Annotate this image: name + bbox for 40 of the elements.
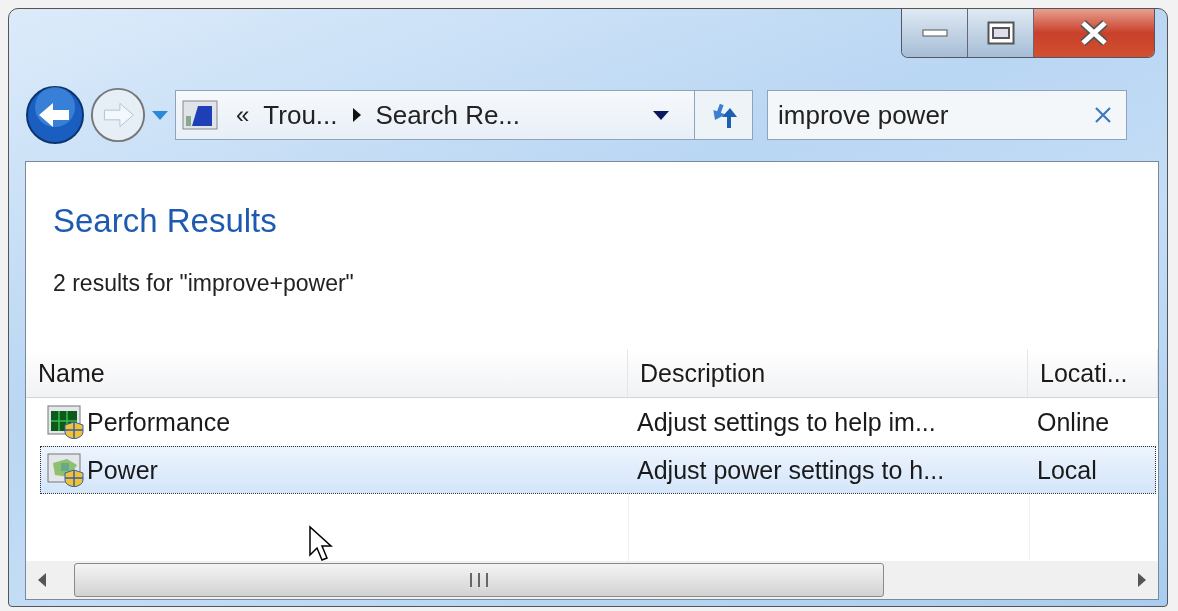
separator-arrow-icon — [351, 107, 362, 123]
back-button[interactable] — [25, 85, 85, 145]
result-row[interactable]: Power Adjust power settings to h... Local — [40, 446, 1156, 494]
column-header[interactable]: Name — [26, 349, 628, 397]
item-description: Adjust settings to help im... — [637, 407, 936, 437]
grip-icon — [468, 572, 490, 588]
forward-button[interactable] — [89, 86, 147, 144]
breadcrumb[interactable]: Search Re... — [375, 99, 521, 131]
minimize-button[interactable] — [902, 9, 968, 57]
close-button[interactable] — [1034, 9, 1154, 57]
page-title: Search Results — [52, 201, 278, 240]
horizontal-scrollbar[interactable] — [26, 561, 1158, 599]
refresh-button[interactable] — [694, 91, 752, 139]
result-row[interactable]: Performance Adjust settings to help im... Online — [40, 398, 1156, 446]
item-name: Power — [87, 455, 158, 485]
item-description: Adjust power settings to h... — [637, 455, 945, 485]
column-header[interactable]: Locati... — [1028, 349, 1158, 397]
minimize-icon — [921, 28, 948, 38]
control-panel-icon — [182, 100, 218, 130]
column-header[interactable]: Description — [628, 349, 1028, 397]
history-dropdown[interactable] — [151, 109, 169, 121]
scrollbar-thumb[interactable] — [74, 563, 884, 597]
maximize-button[interactable] — [968, 9, 1034, 57]
clear-icon[interactable] — [1093, 105, 1113, 125]
address-bar[interactable]: « Trou... Search Re... — [175, 90, 753, 140]
item-location: Local — [1037, 455, 1097, 485]
scroll-left-icon[interactable] — [36, 572, 48, 588]
maximize-icon — [986, 21, 1015, 45]
item-location: Online — [1037, 407, 1110, 437]
caret-icon — [652, 109, 670, 121]
close-icon — [1079, 20, 1109, 46]
performance-monitor-icon — [47, 405, 85, 439]
breadcrumb[interactable]: Trou... — [263, 99, 338, 131]
item-name: Performance — [87, 407, 231, 437]
results-summary: 2 results for "improve+power" — [52, 269, 355, 297]
search-field[interactable]: improve power — [767, 90, 1127, 140]
power-troubleshooter-icon — [47, 453, 85, 487]
scroll-right-icon[interactable] — [1136, 572, 1148, 588]
overflow-chevron[interactable]: « — [236, 101, 250, 129]
caret-icon — [151, 109, 169, 121]
